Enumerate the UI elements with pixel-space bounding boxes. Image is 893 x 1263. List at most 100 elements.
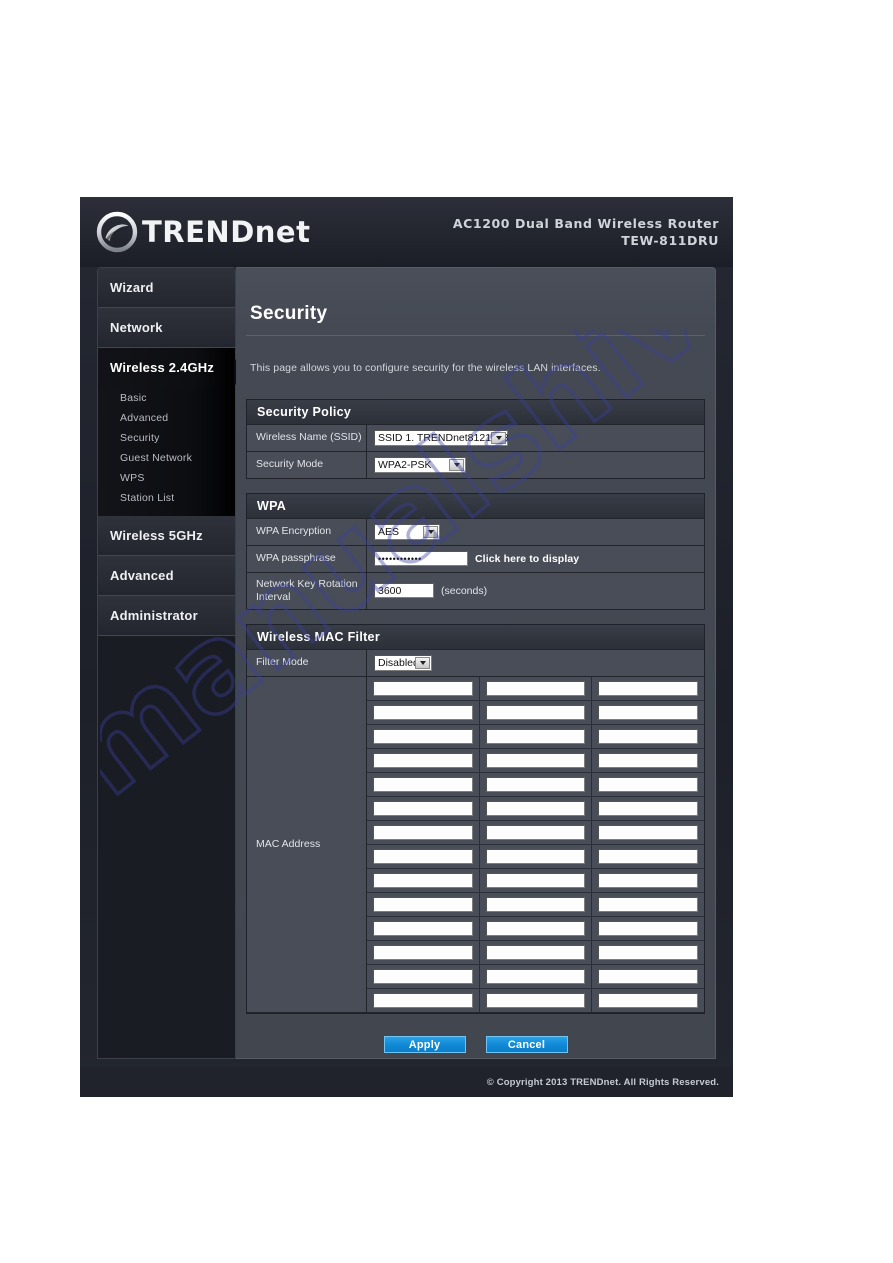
mac-address-input[interactable]	[598, 680, 699, 696]
mac-address-row	[367, 772, 704, 797]
mac-address-cell	[592, 893, 704, 916]
mac-address-row	[367, 820, 704, 845]
mac-address-input[interactable]	[373, 800, 473, 816]
mac-address-row	[367, 916, 704, 941]
sidebar-subitem-advanced[interactable]: Advanced	[98, 408, 235, 428]
mac-address-cell	[480, 964, 593, 988]
mac-address-input[interactable]	[485, 944, 586, 960]
mac-address-input[interactable]	[373, 920, 473, 936]
mac-address-input[interactable]	[373, 896, 473, 912]
page-description: This page allows you to configure securi…	[250, 362, 601, 375]
security-mode-select[interactable]: WPA2-PSK	[374, 456, 466, 473]
mac-address-input[interactable]	[485, 848, 586, 864]
key-rotation-unit: (seconds)	[441, 584, 488, 597]
mac-address-input[interactable]	[598, 800, 699, 816]
mac-address-cell	[367, 988, 480, 1012]
key-rotation-input[interactable]: 3600	[374, 583, 434, 599]
mac-address-input[interactable]	[598, 944, 699, 960]
sidebar-item-advanced[interactable]: Advanced	[98, 556, 235, 596]
mac-address-input[interactable]	[598, 896, 699, 912]
brand-name: TRENDnet	[142, 215, 311, 249]
sidebar-subitem-basic[interactable]: Basic	[98, 388, 235, 408]
security-mode-value-cell: WPA2-PSK	[367, 452, 704, 478]
mac-address-cell	[592, 917, 704, 940]
cancel-button[interactable]: Cancel	[485, 1035, 568, 1053]
mac-address-input[interactable]	[598, 872, 699, 888]
row-key-rotation: Network Key Rotation Interval 3600 (seco…	[247, 572, 704, 609]
mac-address-input[interactable]	[485, 752, 586, 768]
section-security-policy: Security Policy Wireless Name (SSID) SSI…	[246, 398, 705, 479]
mac-address-cell	[480, 676, 593, 700]
mac-address-input[interactable]	[373, 872, 473, 888]
mac-address-cell	[367, 892, 480, 916]
mac-address-input[interactable]	[373, 944, 473, 960]
mac-address-input[interactable]	[485, 680, 586, 696]
mac-address-input[interactable]	[485, 920, 586, 936]
row-mac-address: MAC Address	[247, 676, 704, 1013]
mac-address-cell	[367, 772, 480, 796]
mac-address-cell	[480, 916, 593, 940]
mac-address-row	[367, 868, 704, 893]
sidebar-subitem-label: Station List	[120, 492, 175, 504]
wpa-passphrase-input[interactable]: ••••••••••••	[374, 551, 468, 567]
mac-address-input[interactable]	[598, 920, 699, 936]
row-filter-mode: Filter Mode Disabled	[247, 649, 704, 677]
wireless-name-label: Wireless Name (SSID)	[247, 424, 367, 451]
sidebar-item-wireless-5ghz[interactable]: Wireless 5GHz	[98, 516, 235, 556]
mac-address-input[interactable]	[485, 704, 586, 720]
sidebar-item-network[interactable]: Network	[98, 308, 235, 348]
wpa-encryption-select[interactable]: AES	[374, 523, 440, 540]
apply-button[interactable]: Apply	[383, 1035, 466, 1053]
wpa-passphrase-value-cell: •••••••••••• Click here to display	[367, 546, 704, 572]
mac-address-input[interactable]	[598, 776, 699, 792]
mac-address-input[interactable]	[598, 848, 699, 864]
mac-address-input[interactable]	[485, 872, 586, 888]
sidebar-item-wireless-24ghz[interactable]: Wireless 2.4GHz	[98, 348, 235, 388]
sidebar-subitem-guest-network[interactable]: Guest Network	[98, 448, 235, 468]
mac-address-cell	[367, 748, 480, 772]
mac-address-input[interactable]	[373, 704, 473, 720]
mac-address-input[interactable]	[485, 776, 586, 792]
show-passphrase-link[interactable]: Click here to display	[475, 553, 579, 565]
mac-address-input[interactable]	[373, 728, 473, 744]
mac-address-row	[367, 676, 704, 701]
sidebar-subitem-wps[interactable]: WPS	[98, 468, 235, 488]
mac-address-input[interactable]	[485, 968, 586, 984]
chevron-down-icon	[449, 458, 464, 471]
sidebar-subitem-station-list[interactable]: Station List	[98, 488, 235, 508]
mac-address-input[interactable]	[598, 752, 699, 768]
mac-address-input[interactable]	[598, 704, 699, 720]
mac-address-input[interactable]	[485, 896, 586, 912]
brand-logo[interactable]: TRENDnet	[96, 211, 310, 253]
mac-address-input[interactable]	[485, 800, 586, 816]
mac-address-input[interactable]	[485, 824, 586, 840]
mac-address-input[interactable]	[373, 680, 473, 696]
sidebar-item-wizard[interactable]: Wizard	[98, 268, 235, 308]
mac-address-row	[367, 748, 704, 773]
app-header: TRENDnet AC1200 Dual Band Wireless Route…	[80, 197, 733, 267]
mac-address-input[interactable]	[373, 824, 473, 840]
mac-address-input[interactable]	[373, 968, 473, 984]
mac-address-input[interactable]	[598, 992, 699, 1008]
mac-address-input[interactable]	[373, 776, 473, 792]
mac-address-input[interactable]	[485, 728, 586, 744]
sidebar-item-label: Wireless 5GHz	[110, 528, 203, 543]
mac-address-cell	[367, 796, 480, 820]
filter-mode-select[interactable]: Disabled	[374, 654, 432, 671]
ssid-select[interactable]: SSID 1. TRENDnet8121463	[374, 429, 509, 446]
wireless-name-value-cell: SSID 1. TRENDnet8121463	[367, 425, 704, 451]
sidebar-subitem-security[interactable]: Security	[98, 428, 235, 448]
mac-address-input[interactable]	[373, 848, 473, 864]
key-rotation-value-cell: 3600 (seconds)	[367, 573, 704, 609]
sidebar-item-administrator[interactable]: Administrator	[98, 596, 235, 636]
mac-address-cell	[480, 868, 593, 892]
mac-address-input[interactable]	[373, 752, 473, 768]
mac-address-input[interactable]	[598, 968, 699, 984]
mac-address-input[interactable]	[598, 824, 699, 840]
sidebar-subitem-label: WPS	[120, 472, 145, 484]
mac-address-input[interactable]	[598, 728, 699, 744]
mac-address-cell	[592, 821, 704, 844]
mac-address-input[interactable]	[373, 992, 473, 1008]
mac-address-input[interactable]	[485, 992, 586, 1008]
copyright-text: © Copyright 2013 TRENDnet. All Rights Re…	[486, 1076, 719, 1088]
